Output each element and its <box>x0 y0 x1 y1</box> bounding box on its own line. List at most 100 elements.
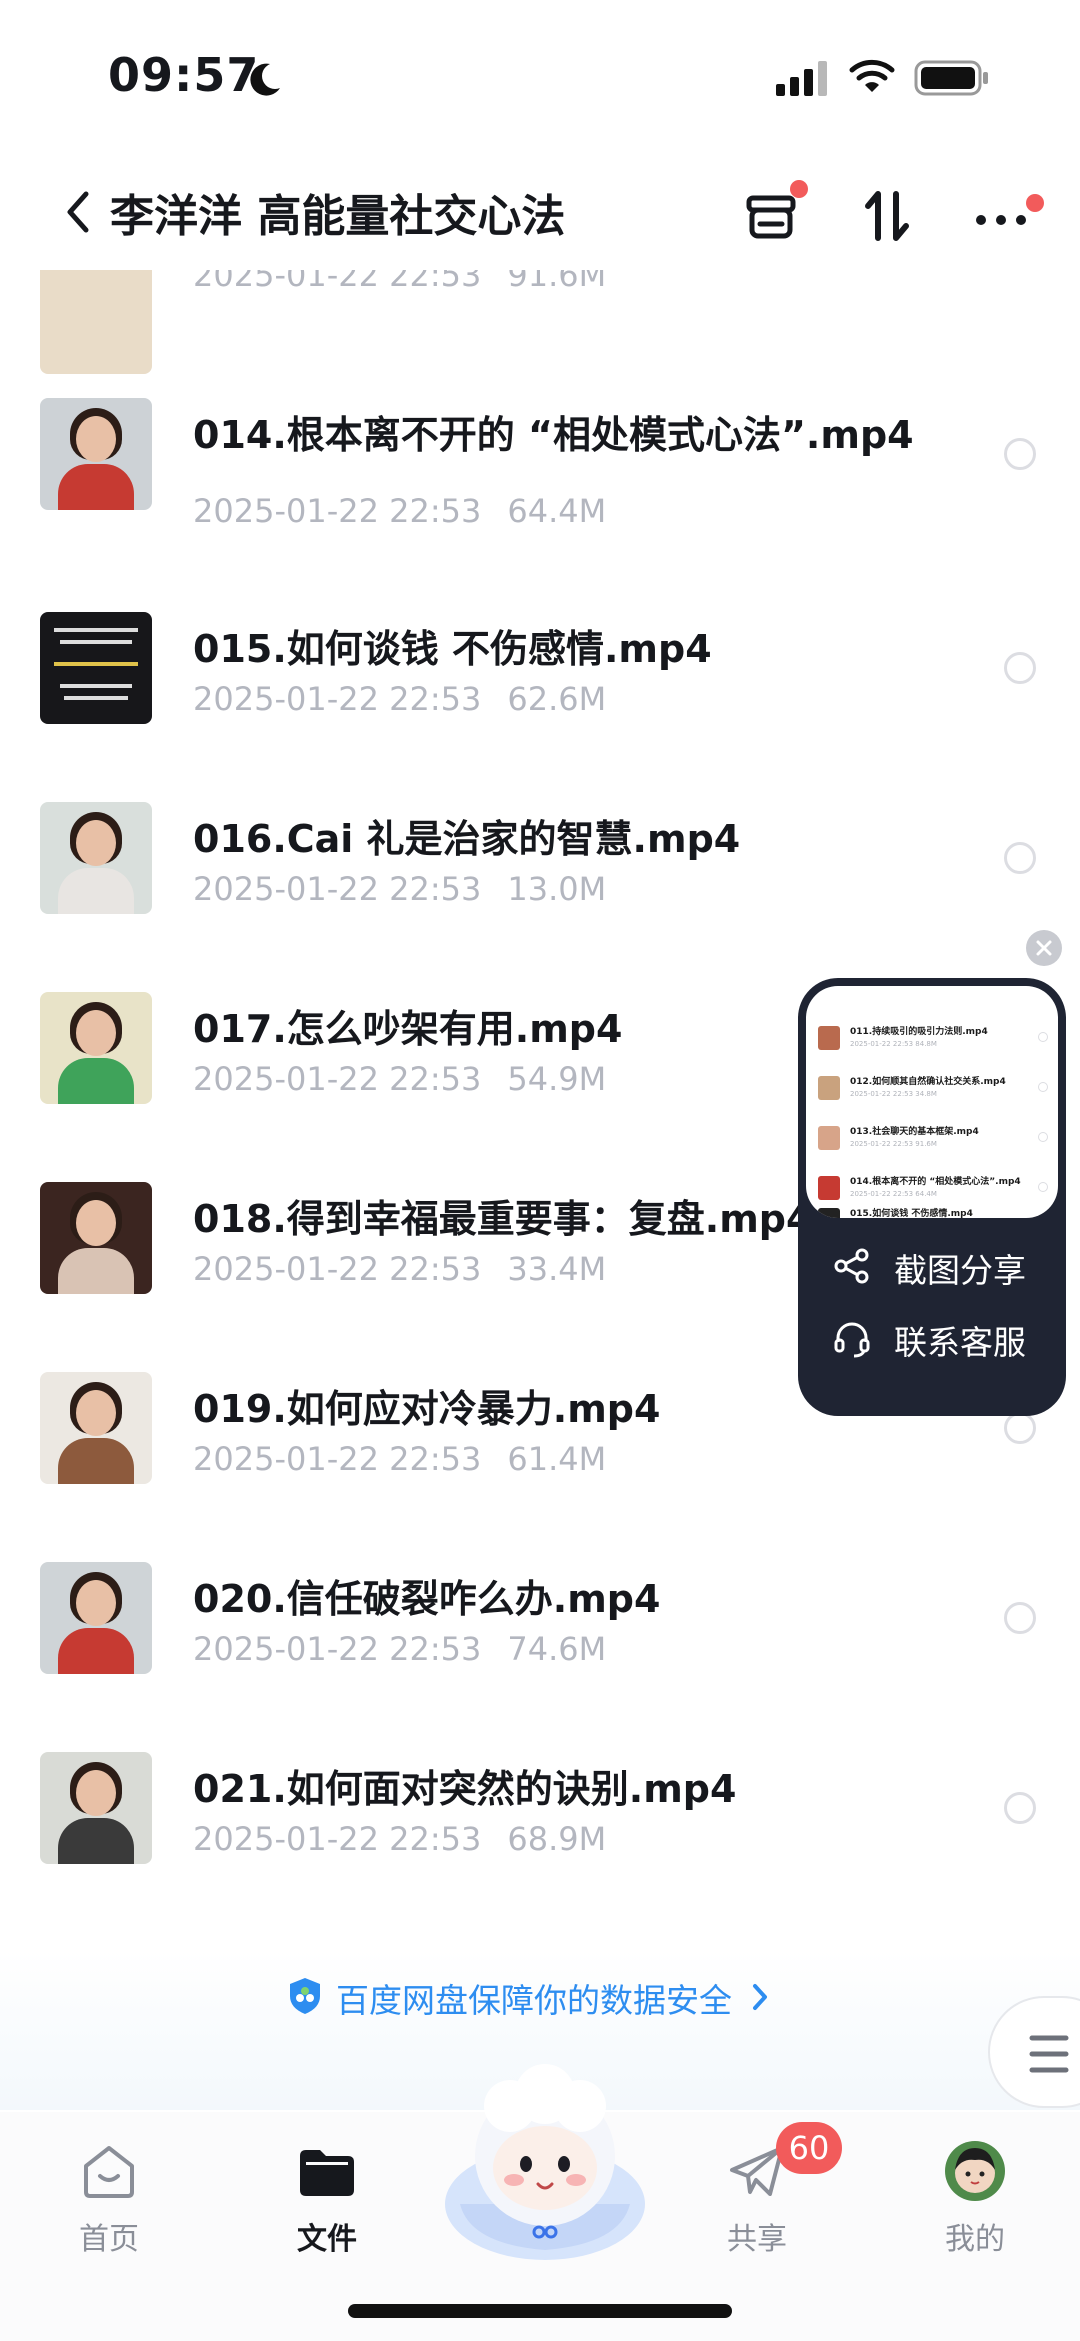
home-indicator <box>348 2304 732 2318</box>
transfer-button[interactable] <box>738 180 808 250</box>
file-date: 2025-01-22 22:53 <box>193 492 482 530</box>
file-name: 016.Cai 礼是治家的智慧.mp4 <box>193 817 741 861</box>
video-thumbnail <box>40 612 152 724</box>
contact-support-button[interactable]: 联系客服 <box>832 1310 1062 1366</box>
file-date: 2025-01-22 22:53 <box>193 1250 482 1288</box>
sort-button[interactable] <box>852 180 922 250</box>
moon-icon <box>250 63 280 96</box>
file-meta: 2025-01-22 22:53 68.9M <box>193 1820 606 1858</box>
tab-files[interactable]: 文件 <box>252 2132 402 2282</box>
more-button[interactable] <box>966 180 1044 250</box>
preview-row: 015.如何谈钱 不伤感情.mp4 <box>812 1204 1052 1218</box>
file-name: 018.得到幸福最重要事：复盘.mp4 <box>193 1197 813 1241</box>
tab-label: 我的 <box>945 2222 1005 2257</box>
file-meta: 2025-01-22 22:53 64.4M <box>193 492 606 530</box>
video-thumbnail <box>40 1752 152 1864</box>
file-meta: 2025-01-22 22:53 61.4M <box>193 1440 606 1478</box>
file-name: 015.如何谈钱 不伤感情.mp4 <box>193 627 712 671</box>
select-radio[interactable] <box>1004 842 1036 874</box>
video-thumbnail <box>40 992 152 1104</box>
security-text: 百度网盘保障你的数据安全 <box>336 1981 732 2020</box>
signal-icon <box>776 61 827 96</box>
list-item[interactable]: 016.Cai 礼是治家的智慧.mp4 2025-01-22 22:53 13.0… <box>0 790 1080 980</box>
file-meta: 2025-01-22 22:53 13.0M <box>193 870 606 908</box>
shield-icon <box>290 1978 320 2014</box>
select-radio[interactable] <box>1004 1792 1036 1824</box>
file-date: 2025-01-22 22:53 <box>193 1630 482 1668</box>
list-item[interactable]: 021.如何面对突然的诀别.mp4 2025-01-22 22:53 68.9M <box>0 1740 1080 1930</box>
file-meta: 2025-01-22 22:53 33.4M <box>193 1250 606 1288</box>
file-meta: 2025-01-22 22:53 54.9M <box>193 1060 606 1098</box>
preview-row: 011.持续吸引的吸引力法则.mp4 2025-01-22 22:53 84.8M <box>812 1022 1052 1062</box>
share-label: 截图分享 <box>894 1251 1026 1290</box>
chevron-right-icon <box>753 1984 767 2010</box>
screenshot-float-card: 011.持续吸引的吸引力法则.mp4 2025-01-22 22:53 84.8M… <box>798 978 1066 1416</box>
notification-dot <box>790 180 808 198</box>
video-thumbnail <box>40 262 152 374</box>
file-name: 019.如何应对冷暴力.mp4 <box>193 1387 661 1431</box>
file-name: 021.如何面对突然的诀别.mp4 <box>193 1767 737 1811</box>
avatar <box>945 2141 1005 2201</box>
video-thumbnail <box>40 398 152 510</box>
video-thumbnail <box>40 802 152 914</box>
file-name: 020.信任破裂咋么办.mp4 <box>193 1577 661 1621</box>
select-radio[interactable] <box>1004 1412 1036 1444</box>
file-date: 2025-01-22 22:53 <box>193 1820 482 1858</box>
video-thumbnail <box>40 1372 152 1484</box>
preview-row: 012.如何顺其自然确认社交关系.mp4 2025-01-22 22:53 34.… <box>812 1072 1052 1112</box>
home-icon <box>84 2146 134 2198</box>
preview-row: 013.社会聊天的基本框架.mp4 2025-01-22 22:53 91.6M <box>812 1122 1052 1162</box>
close-float-button[interactable] <box>1026 930 1062 966</box>
list-item[interactable]: 015.如何谈钱 不伤感情.mp4 2025-01-22 22:53 62.6M <box>0 600 1080 790</box>
file-date: 2025-01-22 22:53 <box>193 1060 482 1098</box>
screenshot-preview[interactable]: 011.持续吸引的吸引力法则.mp4 2025-01-22 22:53 84.8M… <box>806 986 1058 1218</box>
headset-icon <box>834 1322 870 1358</box>
select-radio[interactable] <box>1004 1602 1036 1634</box>
list-item[interactable]: 020.信任破裂咋么办.mp4 2025-01-22 22:53 74.6M <box>0 1550 1080 1740</box>
file-date: 2025-01-22 22:53 <box>193 1440 482 1478</box>
tab-label: 共享 <box>727 2222 787 2257</box>
file-date: 2025-01-22 22:53 <box>193 680 482 718</box>
file-name: 014.根本离不开的 “相处模式心法”.mp4 <box>193 413 914 457</box>
file-size: 54.9M <box>507 1060 607 1098</box>
select-radio[interactable] <box>1004 652 1036 684</box>
preview-meta: 2025-01-22 22:53 84.8M <box>850 1040 937 1048</box>
notification-dot <box>1026 194 1044 212</box>
file-size: 62.6M <box>507 680 607 718</box>
status-bar: 09:57 <box>0 0 1080 150</box>
wifi-icon <box>849 59 895 92</box>
file-meta: 2025-01-22 22:53 62.6M <box>193 680 606 718</box>
page-title: 李洋洋 高能量社交心法 <box>110 191 566 242</box>
tab-home[interactable]: 首页 <box>34 2132 184 2282</box>
select-radio[interactable] <box>1004 438 1036 470</box>
preview-name: 014.根本离不开的 “相处模式心法”.mp4 <box>850 1177 1021 1187</box>
video-thumbnail <box>40 1182 152 1294</box>
file-size: 64.4M <box>507 492 607 530</box>
share-badge: 60 <box>776 2122 842 2174</box>
status-time: 09:57 <box>108 48 260 102</box>
preview-name: 015.如何谈钱 不伤感情.mp4 <box>850 1209 973 1218</box>
video-thumbnail <box>40 1562 152 1674</box>
preview-meta: 2025-01-22 22:53 64.4M <box>850 1190 937 1198</box>
file-date: 2025-01-22 22:53 <box>193 870 482 908</box>
folder-icon <box>300 2150 354 2196</box>
back-icon[interactable] <box>58 182 98 242</box>
close-icon <box>1036 940 1052 956</box>
battery-icon <box>914 60 988 96</box>
file-size: 74.6M <box>507 1630 607 1668</box>
tab-label: 首页 <box>79 2222 139 2257</box>
share-icon <box>834 1248 869 1284</box>
more-icon <box>976 215 1026 225</box>
preview-meta: 2025-01-22 22:53 34.8M <box>850 1090 937 1098</box>
menu-icon <box>1029 2035 1069 2073</box>
list-item[interactable]: 014.根本离不开的 “相处模式心法”.mp4 2025-01-22 22:53… <box>0 380 1080 570</box>
assistant-mascot-button[interactable] <box>440 2064 650 2264</box>
sort-icon <box>865 191 909 241</box>
preview-meta: 2025-01-22 22:53 91.6M <box>850 1140 937 1148</box>
file-size: 68.9M <box>507 1820 607 1858</box>
file-name: 017.怎么吵架有用.mp4 <box>193 1007 623 1051</box>
support-label: 联系客服 <box>894 1323 1026 1362</box>
tab-me[interactable]: 我的 <box>900 2132 1050 2282</box>
app-screen: 2025-01-22 22:53 91.6M 014.根本离不开的 “相处模式心法… <box>0 0 1080 2341</box>
screenshot-share-button[interactable]: 截图分享 <box>832 1238 1062 1294</box>
